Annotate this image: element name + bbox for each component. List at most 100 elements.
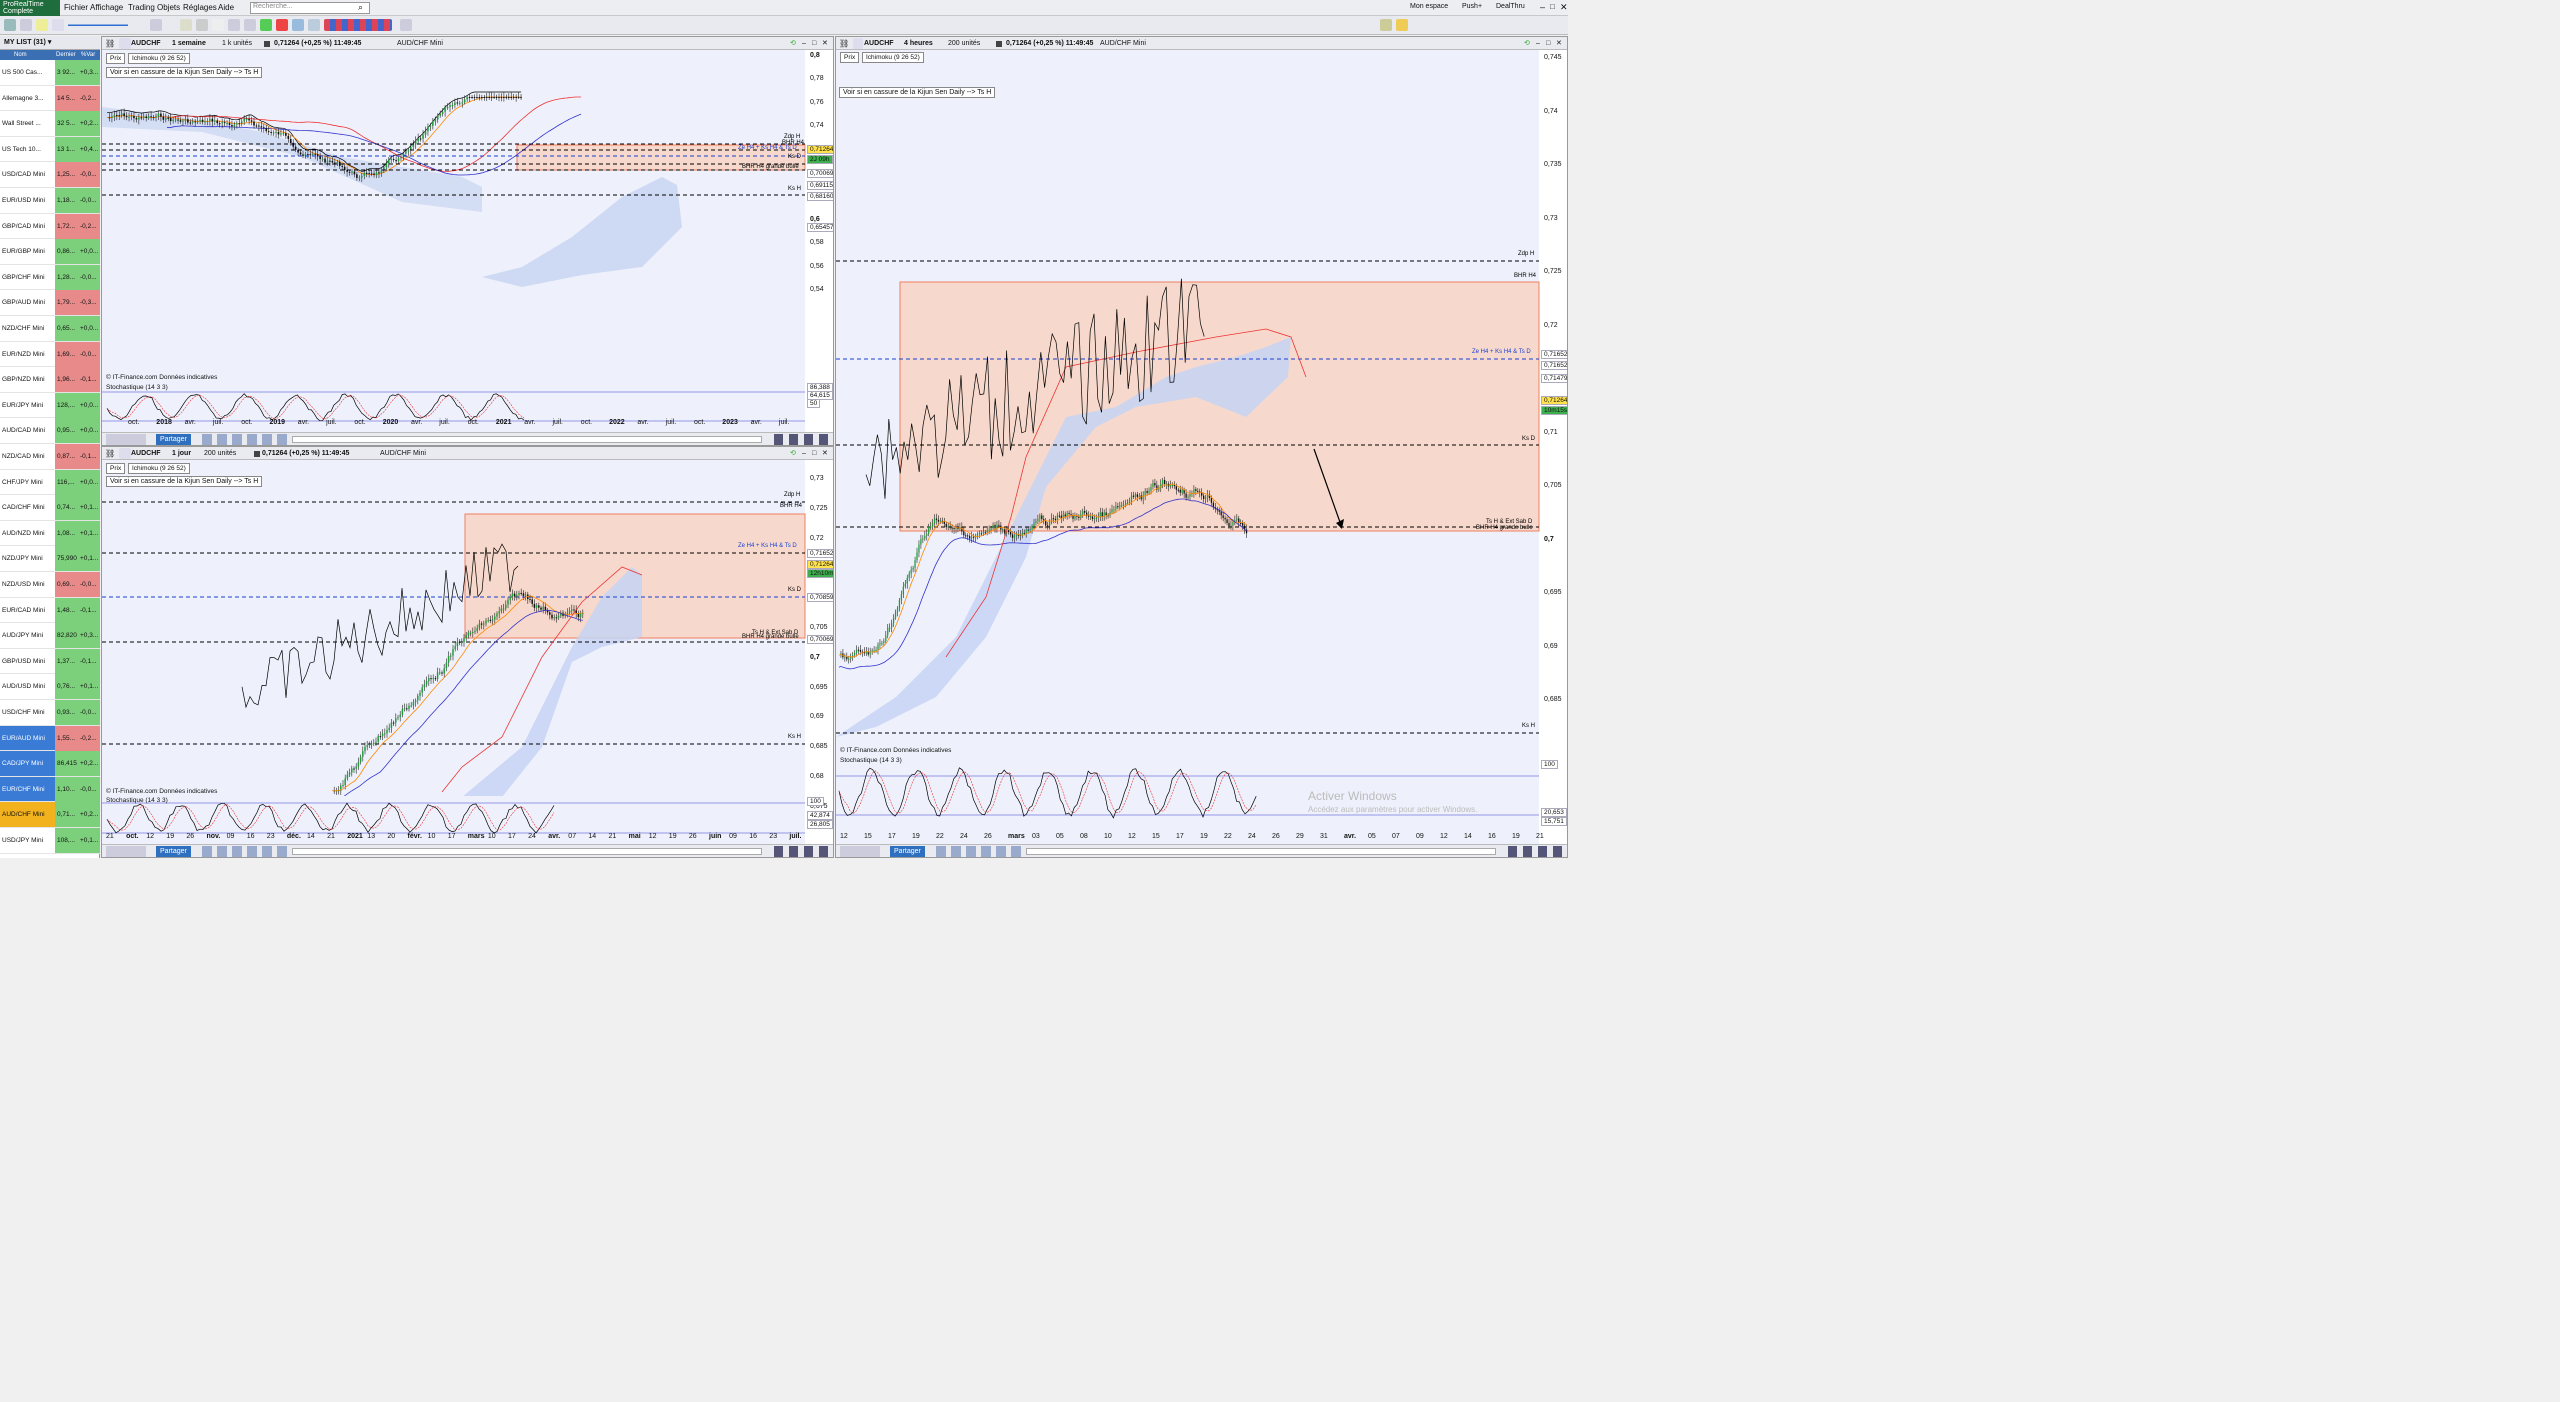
watchlist-row[interactable]: GBP/CAD Mini 1,72... -0,2... (0, 213, 100, 240)
watchlist-row[interactable]: EUR/AUD Mini 1,55... -0,2... (0, 725, 100, 752)
watchlist-row[interactable]: EUR/GBP Mini 0,86... +0,0... (0, 239, 100, 265)
candle-body (395, 718, 397, 723)
watchlist-row[interactable]: CAD/CHF Mini 0,74... +0,1... (0, 495, 100, 521)
watchlist-row[interactable]: US Tech 10... 13 1... +0,4... (0, 136, 100, 163)
legend-prix[interactable]: Prix (106, 53, 126, 64)
scrollbar[interactable] (292, 848, 762, 855)
menu-fichier[interactable]: Fichier (64, 3, 88, 12)
draw-tools-icon[interactable] (106, 846, 146, 857)
share-button[interactable]: Partager (890, 846, 925, 857)
layout-icon[interactable] (180, 19, 192, 31)
stochastic-label[interactable]: Stochastique (14 3 3) (106, 797, 168, 804)
push-button[interactable]: Push+ (1462, 3, 1482, 10)
trash-icon[interactable] (196, 19, 208, 31)
stochastic-label[interactable]: Stochastique (14 3 3) (106, 384, 168, 391)
menu-reglages[interactable]: Réglages (183, 3, 217, 12)
arrow-down-icon[interactable] (276, 19, 288, 31)
watchlist-row[interactable]: GBP/CHF Mini 1,28... -0,0... (0, 264, 100, 291)
watchlist-row[interactable]: EUR/USD Mini 1,18... -0,0... (0, 188, 100, 214)
view-tools-icon[interactable] (202, 434, 288, 445)
scrollbar[interactable] (292, 436, 762, 443)
share-button[interactable]: Partager (156, 846, 191, 857)
watchlist-row[interactable]: USD/JPY Mini 108,... +0,1... (0, 828, 100, 854)
menu-objets[interactable]: Objets (157, 3, 180, 12)
zoom-controls-icon[interactable] (774, 434, 830, 445)
watchlist-row[interactable]: US 500 Cas... 3 92... +0,3... (0, 60, 100, 86)
search-input[interactable]: Recherche... (250, 2, 370, 14)
zoom-tool-icon[interactable] (20, 19, 32, 31)
trend-icon[interactable] (244, 19, 256, 31)
menu-trading[interactable]: Trading (128, 3, 155, 12)
watchlist-row[interactable]: GBP/AUD Mini 1,79... -0,3... (0, 290, 100, 316)
search-icon[interactable]: ⌕ (358, 2, 363, 13)
watchlist-row[interactable]: EUR/JPY Mini 128,... +0,0... (0, 392, 100, 419)
col-nom[interactable]: Nom (14, 50, 27, 60)
fibonacci-icon[interactable] (308, 19, 320, 31)
watchlist-row[interactable]: AUD/JPY Mini 82,820 +0,3... (0, 623, 100, 649)
watchlist-row[interactable]: GBP/NZD Mini 1,96... -0,1... (0, 367, 100, 393)
watchlist-title[interactable]: MY LIST (31) ▾ (0, 36, 100, 50)
legend-ichimoku[interactable]: Ichimoku (9 26 52) (128, 53, 190, 64)
candle-body (365, 172, 368, 174)
alert-icon[interactable] (1396, 19, 1408, 31)
draw-tools-icon[interactable] (840, 846, 880, 857)
settings-icon[interactable] (400, 19, 412, 31)
menu-affichage[interactable]: Affichage (90, 3, 123, 12)
col-var[interactable]: %Var (81, 50, 95, 60)
watchlist-row[interactable]: EUR/CHF Mini 1,10... -0,0... (0, 776, 100, 803)
watchlist-row[interactable]: CHF/JPY Mini 116,... +0,0... (0, 469, 100, 496)
legend-prix[interactable]: Prix (106, 463, 126, 474)
view-tools-icon[interactable] (936, 846, 1022, 857)
stochastic-label[interactable]: Stochastique (14 3 3) (840, 757, 902, 764)
indicator-icon[interactable] (228, 19, 240, 31)
watchlist-row[interactable]: CAD/JPY Mini 86,415 +0,2... (0, 751, 100, 777)
comment-box[interactable]: Voir si en cassure de la Kijun Sen Daily… (839, 87, 996, 98)
legend-prix[interactable]: Prix (840, 52, 860, 63)
menu-aide[interactable]: Aide (218, 3, 234, 12)
magic-tool-icon[interactable] (36, 19, 48, 31)
candle-body (155, 115, 157, 118)
watchlist-row[interactable]: Allemagne 3... 14 5... -0,2... (0, 85, 100, 112)
watchlist-row[interactable]: AUD/NZD Mini 1,08... +0,1... (0, 520, 100, 547)
line-style-icon[interactable] (68, 19, 128, 31)
channel-tools-icon[interactable] (324, 19, 392, 31)
line-tool-icon[interactable] (150, 19, 162, 31)
watchlist-row[interactable]: EUR/CAD Mini 1,48... -0,1... (0, 597, 100, 624)
minimize-icon[interactable]: – (1540, 2, 1545, 12)
trader-icon[interactable] (1380, 19, 1392, 31)
legend-ichimoku[interactable]: Ichimoku (9 26 52) (862, 52, 924, 63)
comment-box[interactable]: Voir si en cassure de la Kijun Sen Daily… (106, 67, 263, 78)
close-icon[interactable]: ✕ (1560, 2, 1568, 13)
candle-body (362, 751, 364, 757)
text-tool-icon[interactable] (212, 19, 224, 31)
scrollbar[interactable] (1026, 848, 1496, 855)
maximize-icon[interactable]: □ (1550, 2, 1555, 11)
watchlist-row[interactable]: Wall Street ... 32 5... +0,2... (0, 111, 100, 137)
col-dernier[interactable]: Dernier (56, 50, 76, 60)
watchlist-row[interactable]: USD/CAD Mini 1,25... -0,0... (0, 162, 100, 188)
watchlist-row[interactable]: AUD/CHF Mini 0,71... +0,2... (0, 802, 100, 828)
my-space-button[interactable]: Mon espace (1410, 3, 1448, 10)
legend-ichimoku[interactable]: Ichimoku (9 26 52) (128, 463, 190, 474)
dealthru-button[interactable]: DealThru (1496, 3, 1525, 10)
axis-tick: 29 (1296, 833, 1304, 840)
draw-tools-icon[interactable] (106, 434, 146, 445)
cursor-tool-icon[interactable] (4, 19, 16, 31)
watchlist-row[interactable]: AUD/USD Mini 0,76... +0,1... (0, 674, 100, 700)
watchlist-row[interactable]: NZD/CHF Mini 0,65... +0,0... (0, 316, 100, 342)
watchlist-row[interactable]: NZD/USD Mini 0,69... -0,0... (0, 572, 100, 598)
zoom-controls-icon[interactable] (774, 846, 830, 857)
watchlist-row[interactable]: AUD/CAD Mini 0,95... +0,0... (0, 418, 100, 444)
watchlist-row[interactable]: GBP/USD Mini 1,37... -0,1... (0, 648, 100, 675)
ellipse-tool-icon[interactable] (292, 19, 304, 31)
watchlist-row[interactable]: EUR/NZD Mini 1,69... -0,0... (0, 341, 100, 368)
comment-box[interactable]: Voir si en cassure de la Kijun Sen Daily… (106, 476, 263, 487)
pencil-tool-icon[interactable] (52, 19, 64, 31)
watchlist-row[interactable]: NZD/JPY Mini 75,990 +0,1... (0, 546, 100, 572)
watchlist-row[interactable]: USD/CHF Mini 0,93... -0,0... (0, 700, 100, 726)
watchlist-row[interactable]: NZD/CAD Mini 0,87... -0,1... (0, 444, 100, 470)
arrow-up-icon[interactable] (260, 19, 272, 31)
zoom-controls-icon[interactable] (1508, 846, 1564, 857)
share-button[interactable]: Partager (156, 434, 191, 445)
view-tools-icon[interactable] (202, 846, 288, 857)
